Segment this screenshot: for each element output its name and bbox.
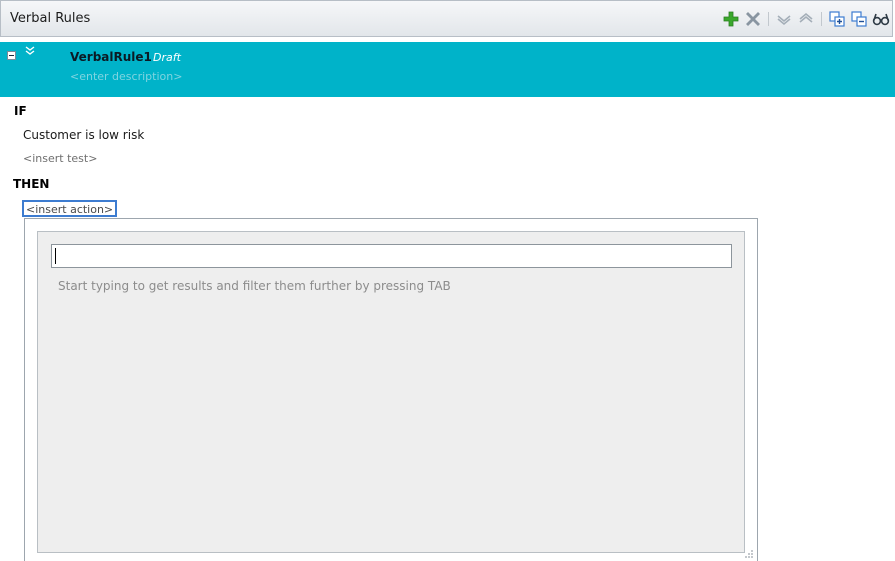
expand-all-icon[interactable] bbox=[826, 8, 848, 30]
popup-content: Start typing to get results and filter t… bbox=[37, 231, 745, 553]
text-cursor bbox=[55, 248, 56, 264]
view-icon[interactable] bbox=[870, 8, 892, 30]
resize-grip-icon[interactable] bbox=[744, 548, 754, 558]
insert-action-link[interactable]: <insert action> bbox=[22, 200, 118, 217]
rule-description[interactable]: <enter description> bbox=[70, 70, 182, 83]
insert-test-link[interactable]: <insert test> bbox=[23, 152, 97, 165]
toolbar bbox=[720, 8, 892, 30]
rule-condition[interactable]: Customer is low risk bbox=[23, 128, 144, 142]
toolbar-separator bbox=[821, 12, 822, 26]
move-down-icon[interactable] bbox=[773, 8, 795, 30]
search-hint: Start typing to get results and filter t… bbox=[58, 279, 451, 293]
add-icon[interactable] bbox=[720, 8, 742, 30]
search-input[interactable] bbox=[51, 244, 732, 268]
move-up-icon[interactable] bbox=[795, 8, 817, 30]
then-keyword: THEN bbox=[13, 177, 50, 191]
if-keyword: IF bbox=[14, 104, 27, 118]
toolbar-separator bbox=[768, 12, 769, 26]
rule-name[interactable]: VerbalRule1 bbox=[70, 50, 152, 64]
panel-title: Verbal Rules bbox=[10, 11, 91, 26]
rule-status: Draft bbox=[153, 51, 181, 64]
verbal-rules-panel: Verbal Rules VerbalRule1 Draft <enter de… bbox=[0, 0, 895, 561]
delete-icon[interactable] bbox=[742, 8, 764, 30]
chevron-down-icon[interactable] bbox=[25, 45, 35, 60]
action-popup: Start typing to get results and filter t… bbox=[24, 218, 758, 561]
collapse-toggle[interactable] bbox=[7, 51, 16, 60]
panel-header: Verbal Rules bbox=[0, 0, 893, 37]
collapse-all-icon[interactable] bbox=[848, 8, 870, 30]
rule-row[interactable]: VerbalRule1 Draft <enter description> bbox=[0, 42, 895, 97]
